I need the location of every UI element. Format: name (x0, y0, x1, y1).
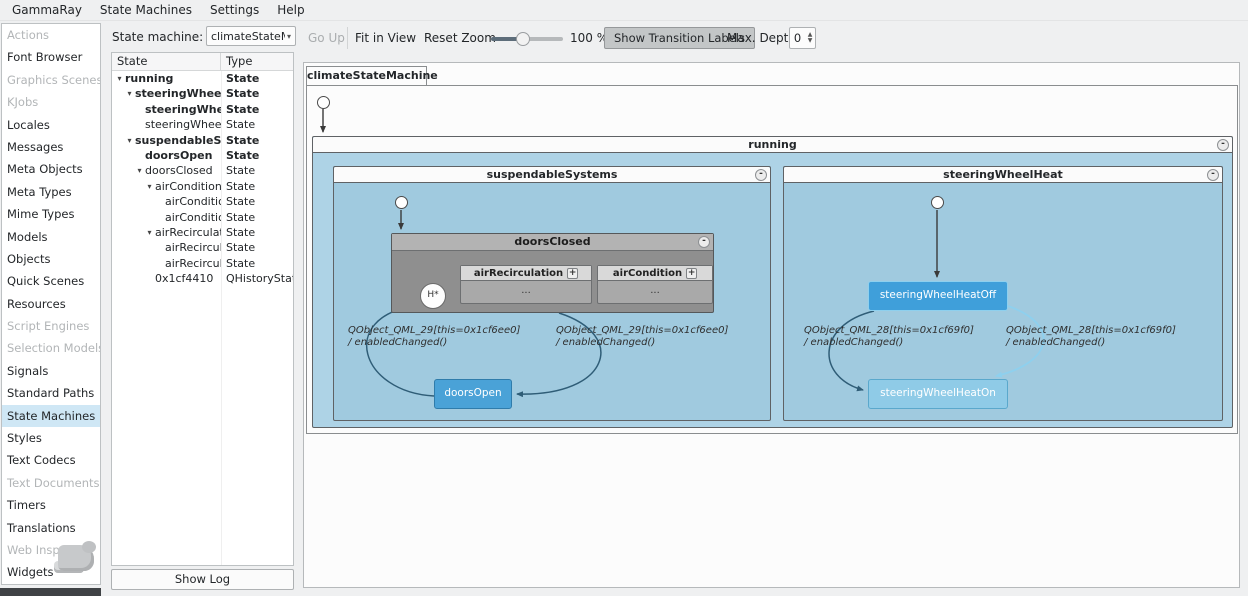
sidebar-item-meta-types[interactable]: Meta Types (2, 181, 100, 203)
expander-icon[interactable]: ▾ (134, 163, 145, 178)
initial-state-icon[interactable] (317, 96, 330, 109)
state-doors-open[interactable]: doorsOpen (434, 379, 512, 409)
state-machine-combobox[interactable]: climateStateMachine ▾ (206, 26, 296, 46)
sidebar-item-actions: Actions (7, 28, 50, 42)
sidebar-item-text-codecs[interactable]: Text Codecs (2, 449, 100, 471)
sidebar-item-script-engines: Script Engines (7, 319, 90, 334)
fit-in-view-button[interactable]: Fit in View (355, 31, 416, 45)
sidebar-item-timers[interactable]: Timers (2, 494, 100, 516)
zoom-slider[interactable] (491, 31, 563, 47)
expander-icon[interactable]: ▾ (124, 86, 135, 101)
spinner-down-icon[interactable]: ▼ (808, 38, 813, 44)
sidebar-item-messages[interactable]: Messages (2, 136, 100, 158)
transition-label[interactable]: QObject_QML_29[this=0x1cf6ee0] / enabled… (556, 325, 728, 348)
state-steering-header[interactable]: steeringWheelHeat - (784, 167, 1222, 183)
sidebar-item-font-browser[interactable]: Font Browser (2, 46, 100, 68)
window-edge (0, 588, 101, 596)
sidebar-item-graphics-scenes: Graphics Scenes (7, 72, 100, 87)
sidebar-item-resources[interactable]: Resources (2, 293, 100, 315)
sidebar-item-locales[interactable]: Locales (2, 114, 100, 136)
expand-button[interactable]: + (686, 267, 698, 279)
state-running-header[interactable]: running - (313, 137, 1232, 153)
tree-row[interactable]: ▾airConditionOff State (112, 194, 293, 209)
sidebar-item-text-documents: Text Documents (7, 475, 100, 490)
state-steering-wheel-heat-on[interactable]: steeringWheelHeatOn (868, 379, 1008, 409)
gammaray-probe-icon (54, 539, 100, 579)
zoom-slider-handle[interactable] (516, 32, 530, 46)
collapse-button[interactable]: - (1217, 139, 1229, 151)
tree-row[interactable]: ▾0x1cf4410 QHistoryState (112, 271, 293, 286)
tree-row[interactable]: ▾steeringWheelH... State (112, 117, 293, 132)
tree-row[interactable]: ▾ airCondition State (112, 179, 293, 194)
collapse-button[interactable]: - (1207, 169, 1219, 181)
menubar: GammaRay State Machines Settings Help (0, 0, 1248, 21)
collapsed-content: ... (521, 285, 531, 296)
sidebar-item-standard-paths[interactable]: Standard Paths (2, 382, 100, 404)
tree-row[interactable]: ▾airRecirculat... State (112, 240, 293, 255)
tree-row[interactable]: ▾steeringWhe... State (112, 102, 293, 117)
state-diagram-canvas[interactable]: climateStateMachine running - suspendabl… (303, 62, 1240, 588)
sidebar-item-kjobs: KJobs (7, 95, 39, 110)
tree-row[interactable]: ▾airRecirculation State (112, 225, 293, 240)
gammaray-window: GammaRay State Machines Settings Help Ac… (0, 0, 1248, 596)
state-steering-wheel-heat-off[interactable]: steeringWheelHeatOff (868, 281, 1008, 311)
machine-root-tab[interactable]: climateStateMachine (306, 66, 438, 86)
state-suspendable-header[interactable]: suspendableSystems - (334, 167, 770, 183)
collapsed-content: ... (650, 285, 660, 296)
tree-row[interactable]: ▾suspendableS... State (112, 133, 293, 148)
tree-header: State Type (112, 53, 293, 71)
reset-zoom-button[interactable]: Reset Zoom (424, 31, 496, 45)
collapse-button[interactable]: - (698, 236, 710, 248)
sidebar-item-state-machines[interactable]: State Machines (2, 404, 100, 428)
expander-icon[interactable]: ▾ (144, 225, 155, 240)
go-up-button: Go Up (308, 31, 345, 45)
transition-label[interactable]: QObject_QML_29[this=0x1cf6ee0] / enabled… (348, 325, 520, 348)
column-header-type[interactable]: Type (221, 53, 293, 70)
toolbar-separator (347, 27, 348, 49)
max-depth-spinbox[interactable]: 0 ▲ ▼ (789, 27, 816, 49)
combobox-value: climateStateMachine (211, 29, 285, 43)
tree-row[interactable]: ▾ doorsClosed State (112, 163, 293, 178)
tree-row[interactable]: ▾steeringWheel... State (112, 86, 293, 101)
transition-label[interactable]: QObject_QML_28[this=0x1cf69f0] / enabled… (804, 325, 974, 348)
menu-state-machines[interactable]: State Machines (92, 1, 200, 19)
state-tree-table: State Type ▾running State ▾steeringWheel… (111, 52, 294, 566)
sidebar-item-translations[interactable]: Translations (2, 517, 100, 539)
sidebar-item-signals[interactable]: Signals (2, 360, 100, 382)
state-machine-label: State machine: (112, 30, 204, 44)
show-log-button[interactable]: Show Log (111, 569, 294, 590)
expander-icon[interactable]: ▾ (124, 133, 135, 148)
initial-state-icon[interactable] (931, 196, 944, 209)
collapse-button[interactable]: - (755, 169, 767, 181)
expand-button[interactable]: + (567, 267, 579, 279)
tool-sidebar: Actions Font Browser Graphics Scenes KJo… (1, 23, 101, 585)
sidebar-item-mime-types[interactable]: Mime Types (2, 203, 100, 225)
initial-state-icon[interactable] (395, 196, 408, 209)
tree-row[interactable]: ▾airRecirculat... State (112, 256, 293, 271)
menu-settings[interactable]: Settings (202, 1, 267, 19)
sidebar-item-quick-scenes[interactable]: Quick Scenes (2, 270, 100, 292)
sidebar-item-selection-models: Selection Models (7, 341, 100, 356)
sidebar-item-meta-objects[interactable]: Meta Objects (2, 158, 100, 180)
zoom-percent-label: 100 % (570, 31, 609, 45)
column-header-state[interactable]: State (112, 53, 221, 70)
max-depth-value: 0 (793, 31, 802, 45)
state-air-recirculation[interactable]: airRecirculation + ... (460, 265, 592, 304)
transition-label[interactable]: QObject_QML_28[this=0x1cf69f0] / enabled… (1006, 325, 1176, 348)
expander-icon[interactable]: ▾ (144, 179, 155, 194)
sidebar-item-objects[interactable]: Objects (2, 248, 100, 270)
menu-help[interactable]: Help (269, 1, 312, 19)
menu-gammaray[interactable]: GammaRay (4, 1, 90, 19)
sidebar-item-models[interactable]: Models (2, 226, 100, 248)
history-state-icon[interactable]: H* (420, 283, 446, 309)
state-air-condition[interactable]: airCondition + ... (597, 265, 713, 304)
tree-row[interactable]: ▾airConditionOn State (112, 210, 293, 225)
state-doors-closed-header[interactable]: doorsClosed - (392, 234, 713, 251)
sidebar-item-styles[interactable]: Styles (2, 427, 100, 449)
expander-icon[interactable]: ▾ (114, 71, 125, 86)
chevron-down-icon: ▾ (286, 31, 291, 41)
tree-row[interactable]: ▾ running State (112, 71, 293, 86)
tree-row[interactable]: ▾doorsOpen State (112, 148, 293, 163)
